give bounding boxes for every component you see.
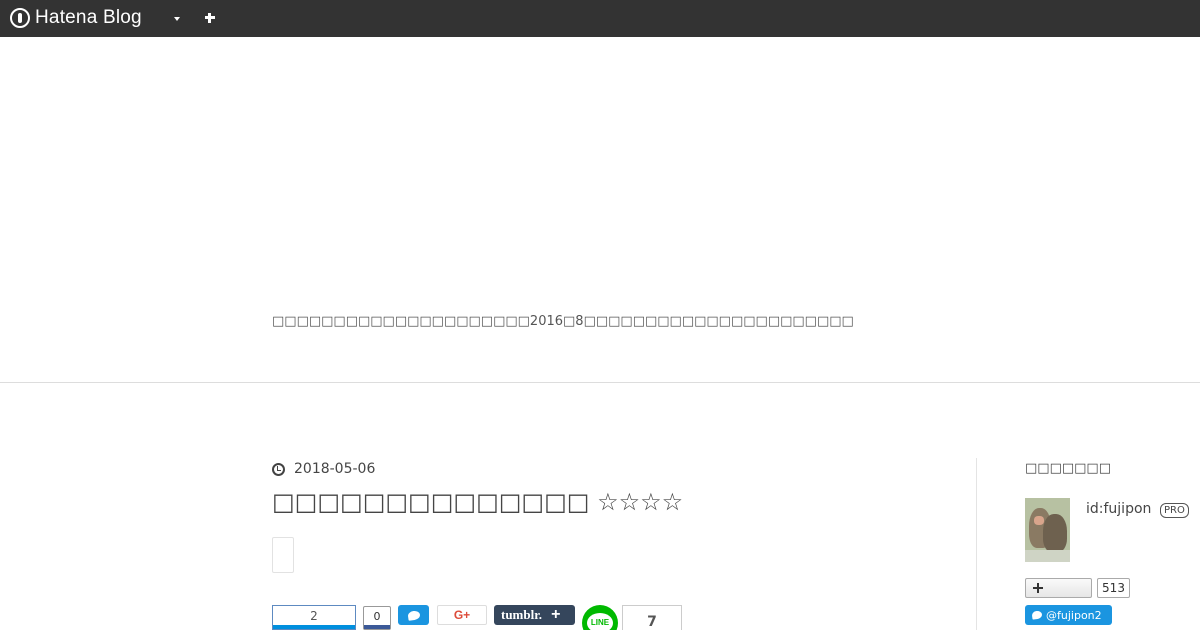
entry-date-text: 2018-05-06 (294, 461, 376, 477)
category-placeholder (272, 537, 294, 573)
plus-icon[interactable] (202, 10, 218, 26)
sidebar-profile-heading: □□□□□□□ (1025, 461, 1111, 476)
follower-count[interactable]: 513 (1097, 578, 1130, 598)
facebook-share-count: 0 (373, 610, 381, 623)
pro-badge: PRO (1160, 503, 1189, 518)
facebook-bar (364, 625, 390, 629)
line-icon: LINE (587, 613, 613, 630)
caret-down-icon[interactable] (170, 12, 184, 26)
hatena-blog-logo[interactable]: Hatena Blog (10, 7, 142, 29)
tumblr-label: tumblr. (501, 607, 543, 622)
profile-user-id[interactable]: id:fujipon (1086, 501, 1151, 517)
tumblr-share-button[interactable]: tumblr. + (494, 605, 575, 625)
pocket-count-button[interactable]: 7 (622, 605, 682, 630)
tumblr-plus-icon: + (551, 606, 561, 623)
entry-date[interactable]: 2018-05-06 (272, 461, 375, 477)
avatar-face-shape (1034, 516, 1044, 525)
line-share-button[interactable]: LINE (582, 605, 618, 630)
avatar[interactable] (1025, 498, 1070, 562)
hatena-bookmark-count: 2 (310, 609, 318, 623)
avatar-monkey-shape (1043, 514, 1067, 552)
top-navigation-bar: Hatena Blog (0, 0, 1200, 37)
logo-text: Hatena Blog (35, 7, 142, 28)
facebook-share-button[interactable]: 0 (363, 606, 391, 630)
hatena-bookmark-button[interactable]: 2 (272, 605, 356, 630)
twitter-bird-icon (406, 609, 421, 621)
header-divider (0, 382, 1200, 383)
entry-title[interactable]: □□□□□□□□□□□□□□ ☆☆☆☆ (272, 488, 683, 516)
twitter-bird-icon (1031, 610, 1043, 620)
google-plus-button[interactable]: G+ (437, 605, 487, 625)
twitter-handle: @fujipon2 (1046, 608, 1102, 622)
twitter-share-button[interactable] (398, 605, 429, 625)
avatar-ground-shape (1025, 550, 1070, 562)
hatena-logo-icon (10, 8, 30, 28)
follow-button[interactable] (1025, 578, 1092, 598)
twitter-follow-button[interactable]: @fujipon2 (1025, 605, 1112, 625)
sidebar-divider (976, 458, 977, 630)
blog-description: □□□□□□□□□□□□□□□□□□□□□2016□8□□□□□□□□□□□□□… (272, 314, 854, 329)
clock-icon (272, 462, 285, 476)
hatena-bookmark-bar (273, 625, 355, 629)
